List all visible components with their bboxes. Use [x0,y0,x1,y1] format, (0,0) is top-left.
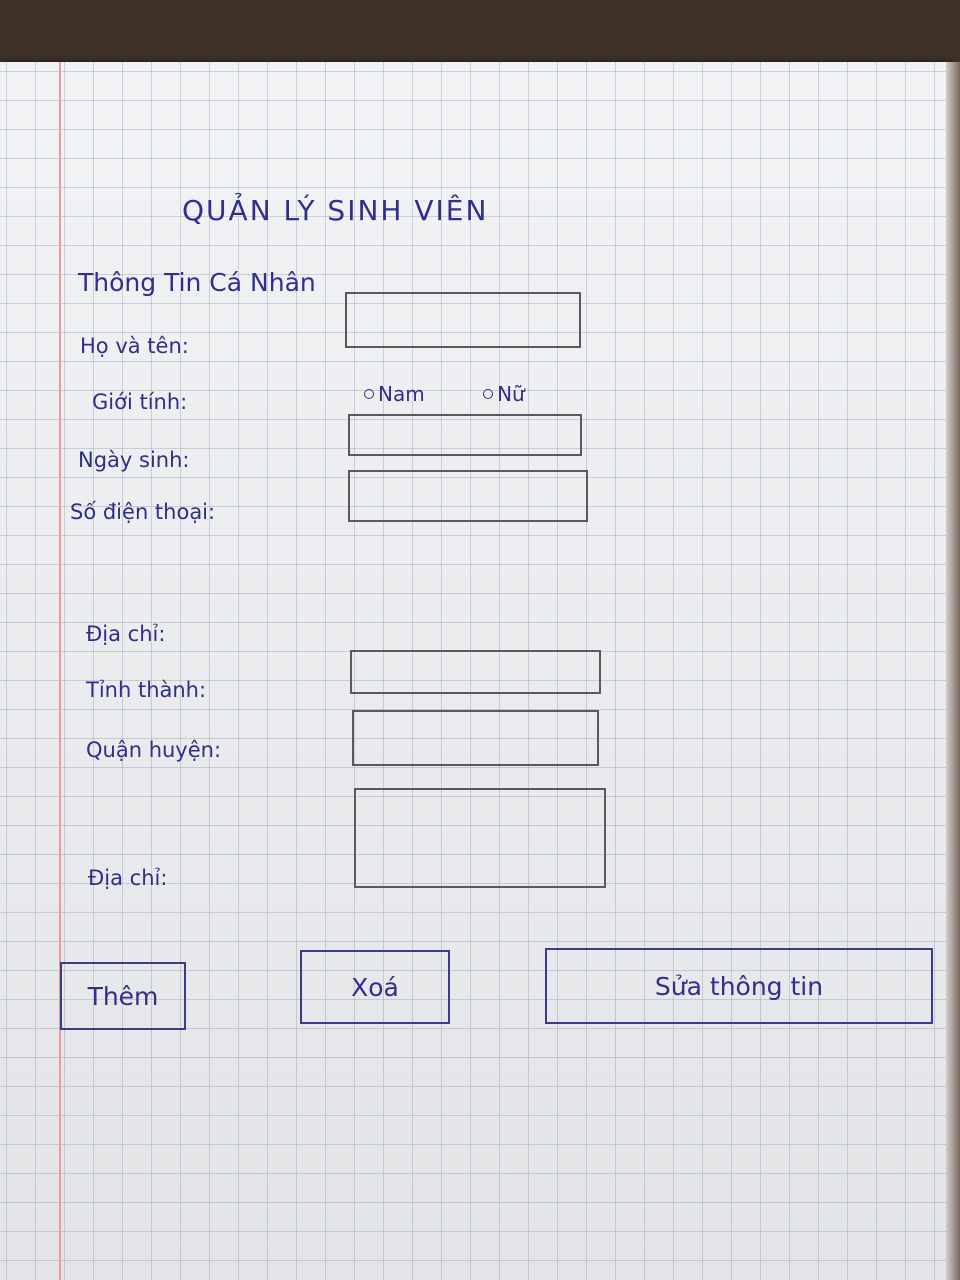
address-label: Địa chỉ: [88,866,168,890]
gender-radio-group: Nam Nữ [364,380,525,406]
gender-label: Giới tính: [92,390,188,414]
birth-date-label: Ngày sinh: [78,448,190,472]
edit-info-button[interactable]: Sửa thông tin [545,948,933,1024]
district-input[interactable] [352,710,599,766]
gender-option-label: Nam [378,382,425,406]
delete-button-label: Xoá [351,972,399,1002]
phone-input[interactable] [348,470,588,522]
delete-button[interactable]: Xoá [300,950,450,1024]
add-button-label: Thêm [87,981,159,1011]
province-input[interactable] [350,650,601,694]
page-title: QUẢN LÝ SINH VIÊN [182,194,489,227]
gender-radio-male[interactable]: Nam [364,382,425,406]
section-title: Thông Tin Cá Nhân [78,268,316,297]
gender-option-label: Nữ [497,382,525,406]
phone-label: Số điện thoại: [70,500,216,524]
full-name-input[interactable] [345,292,581,348]
address-textarea[interactable] [354,788,606,888]
edit-info-button-label: Sửa thông tin [654,971,824,1001]
radio-circle-icon [364,389,374,399]
radio-circle-icon [483,389,494,399]
margin-line [59,62,61,1280]
full-name-label: Họ và tên: [80,334,189,358]
address-group-label: Địa chỉ: [86,622,166,646]
province-label: Tỉnh thành: [86,678,207,702]
birth-date-input[interactable] [348,414,582,456]
notebook-page-edge [946,62,960,1280]
gender-radio-female[interactable]: Nữ [483,382,525,406]
district-label: Quận huyện: [86,738,222,762]
add-button[interactable]: Thêm [60,962,186,1030]
